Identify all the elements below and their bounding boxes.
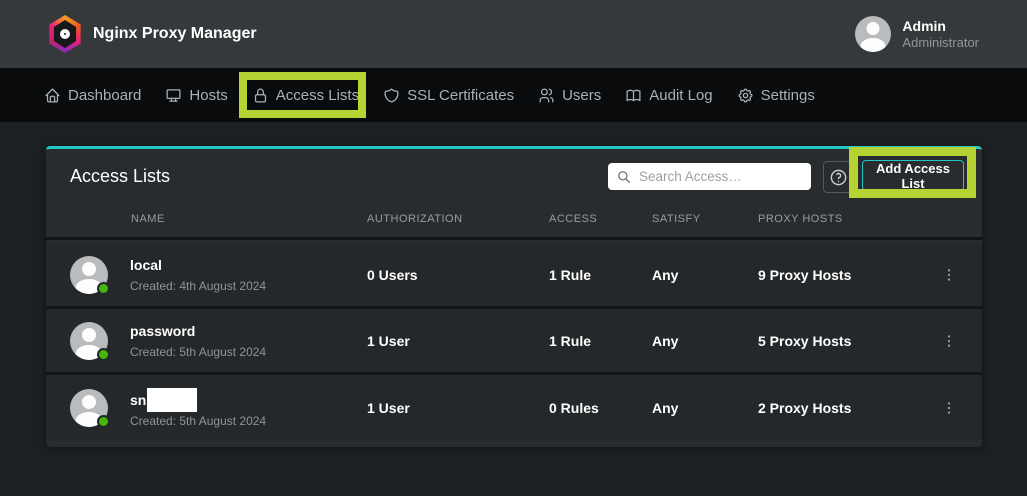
row-name: password	[130, 323, 195, 339]
status-dot	[97, 282, 110, 295]
row-actions-kebab-icon[interactable]	[941, 266, 957, 284]
user-name: Admin	[902, 18, 979, 36]
user-avatar[interactable]	[855, 16, 891, 52]
status-dot	[97, 348, 110, 361]
row-avatar	[70, 256, 108, 294]
table-row[interactable]: local Created: 4th August 2024 0 Users 1…	[46, 243, 982, 309]
user-menu[interactable]: Admin Administrator	[855, 16, 979, 52]
nav-item-hosts[interactable]: Hosts	[165, 87, 227, 104]
row-avatar	[70, 322, 108, 360]
row-satisfy: Any	[652, 333, 758, 349]
nav-item-audit-log[interactable]: Audit Log	[625, 87, 712, 104]
app-title: Nginx Proxy Manager	[93, 25, 257, 43]
book-icon	[625, 87, 642, 104]
topbar: Nginx Proxy Manager Admin Administrator	[0, 0, 1027, 68]
row-name: sn	[130, 392, 146, 408]
user-role: Administrator	[902, 35, 979, 50]
nav-item-access-lists[interactable]: Access Lists	[252, 87, 359, 104]
table-row[interactable]: sn Created: 5th August 2024 1 User 0 Rul…	[46, 375, 982, 441]
add-access-list-button[interactable]: Add Access List	[862, 160, 964, 191]
row-proxy-hosts: 2 Proxy Hosts	[758, 400, 916, 416]
monitor-icon	[165, 87, 182, 104]
search-input[interactable]	[639, 169, 802, 184]
add-access-list-wrap: Add Access List	[862, 160, 964, 191]
row-created-date: Created: 5th August 2024	[130, 414, 266, 428]
table-body: local Created: 4th August 2024 0 Users 1…	[46, 243, 982, 441]
column-header-proxy-hosts: PROXY HOSTS	[758, 213, 916, 225]
row-name: local	[130, 257, 162, 273]
users-icon	[538, 87, 555, 104]
nav-item-dashboard[interactable]: Dashboard	[44, 87, 141, 104]
row-proxy-hosts: 9 Proxy Hosts	[758, 267, 916, 283]
lock-icon	[252, 87, 269, 104]
help-icon	[829, 168, 848, 187]
row-satisfy: Any	[652, 400, 758, 416]
nav-item-users[interactable]: Users	[538, 87, 601, 104]
nav-item-settings[interactable]: Settings	[737, 87, 815, 104]
row-proxy-hosts: 5 Proxy Hosts	[758, 333, 916, 349]
search-icon	[617, 170, 631, 184]
row-actions-kebab-icon[interactable]	[941, 332, 957, 350]
column-header-satisfy: SATISFY	[652, 213, 758, 225]
column-header-authorization: AUTHORIZATION	[367, 213, 549, 225]
row-created-date: Created: 5th August 2024	[130, 345, 266, 359]
row-authorization: 1 User	[367, 400, 549, 416]
redaction-box	[147, 388, 197, 412]
table-row[interactable]: password Created: 5th August 2024 1 User…	[46, 309, 982, 375]
main-nav: Dashboard Hosts Access Lists SSL Certifi…	[0, 68, 1027, 122]
access-lists-panel: Access Lists Add Access List NAME AUTHOR…	[46, 146, 982, 447]
panel-title: Access Lists	[70, 166, 170, 187]
gear-icon	[737, 87, 754, 104]
row-created-date: Created: 4th August 2024	[130, 279, 266, 293]
help-button[interactable]	[823, 161, 854, 193]
row-authorization: 0 Users	[367, 267, 549, 283]
row-authorization: 1 User	[367, 333, 549, 349]
column-header-access: ACCESS	[549, 213, 652, 225]
table-header: NAME AUTHORIZATION ACCESS SATISFY PROXY …	[46, 200, 982, 240]
status-dot	[97, 415, 110, 428]
row-access: 1 Rule	[549, 267, 652, 283]
column-header-name: NAME	[46, 213, 367, 225]
row-access: 0 Rules	[549, 400, 652, 416]
search-box	[608, 163, 811, 190]
row-actions-kebab-icon[interactable]	[941, 399, 957, 417]
home-icon	[44, 87, 61, 104]
row-access: 1 Rule	[549, 333, 652, 349]
shield-icon	[383, 87, 400, 104]
row-satisfy: Any	[652, 267, 758, 283]
user-info: Admin Administrator	[902, 18, 979, 51]
row-avatar	[70, 389, 108, 427]
app-logo-icon	[48, 15, 82, 53]
nav-item-ssl-certificates[interactable]: SSL Certificates	[383, 87, 514, 104]
